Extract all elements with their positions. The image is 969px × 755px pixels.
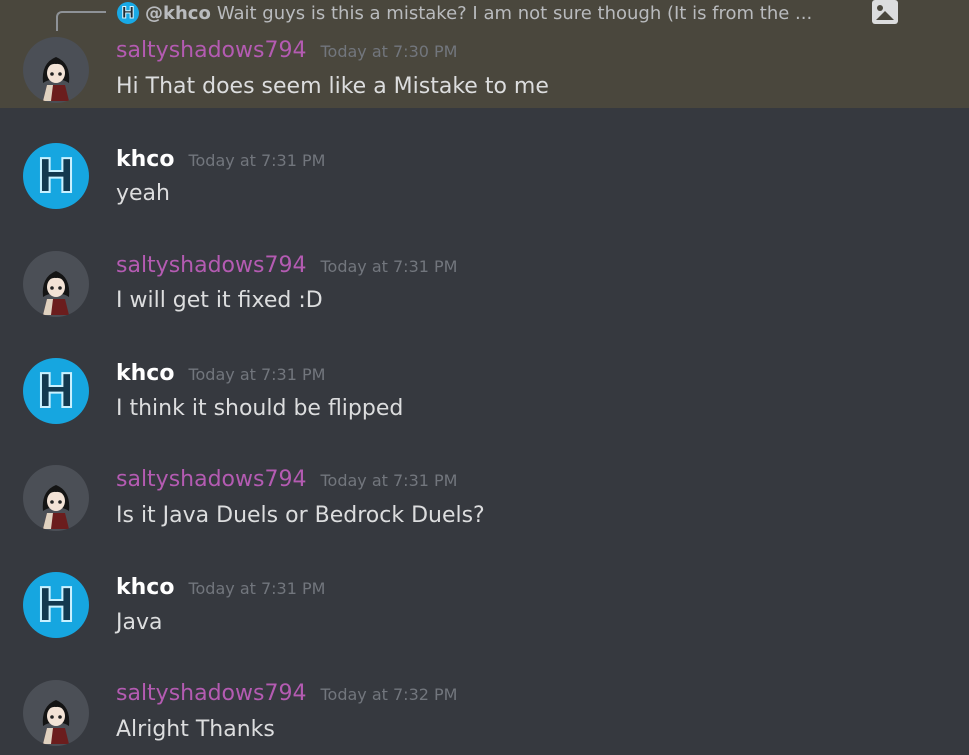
khco-mini-avatar: H	[117, 2, 139, 24]
username[interactable]: saltyshadows794	[116, 38, 306, 63]
message-content: Hi That does seem like a Mistake to me	[116, 74, 549, 99]
timestamp: Today at 7:32 PM	[320, 685, 458, 704]
message-content: I will get it fixed :D	[116, 288, 323, 313]
reply-preview[interactable]: H @khco Wait guys is this a mistake? I a…	[117, 0, 897, 26]
username[interactable]: khco	[116, 147, 174, 172]
message-highlighted: H @khco Wait guys is this a mistake? I a…	[0, 0, 969, 108]
message-content: Alright Thanks	[116, 717, 275, 742]
avatar[interactable]	[23, 37, 89, 103]
avatar[interactable]	[23, 251, 89, 317]
avatar[interactable]	[23, 680, 89, 746]
timestamp: Today at 7:31 PM	[188, 579, 326, 598]
username[interactable]: saltyshadows794	[116, 467, 306, 492]
reply-text[interactable]: Wait guys is this a mistake? I am not su…	[217, 3, 812, 24]
timestamp: Today at 7:31 PM	[188, 151, 326, 170]
avatar[interactable]: H	[23, 143, 89, 209]
message-content: I think it should be flipped	[116, 396, 404, 421]
avatar[interactable]: H	[23, 358, 89, 424]
timestamp: Today at 7:31 PM	[320, 257, 458, 276]
username[interactable]: saltyshadows794	[116, 253, 306, 278]
reply-connector	[56, 11, 106, 31]
reply-author[interactable]: @khco	[145, 3, 211, 24]
username[interactable]: khco	[116, 575, 174, 600]
message-content: Java	[116, 610, 163, 635]
timestamp: Today at 7:31 PM	[320, 471, 458, 490]
message-content: Is it Java Duels or Bedrock Duels?	[116, 503, 485, 528]
timestamp: Today at 7:31 PM	[188, 365, 326, 384]
image-icon[interactable]	[872, 0, 898, 24]
username[interactable]: saltyshadows794	[116, 681, 306, 706]
message-content: yeah	[116, 181, 170, 206]
username[interactable]: khco	[116, 361, 174, 386]
avatar[interactable]	[23, 465, 89, 531]
timestamp: Today at 7:30 PM	[320, 42, 458, 61]
avatar[interactable]: H	[23, 572, 89, 638]
